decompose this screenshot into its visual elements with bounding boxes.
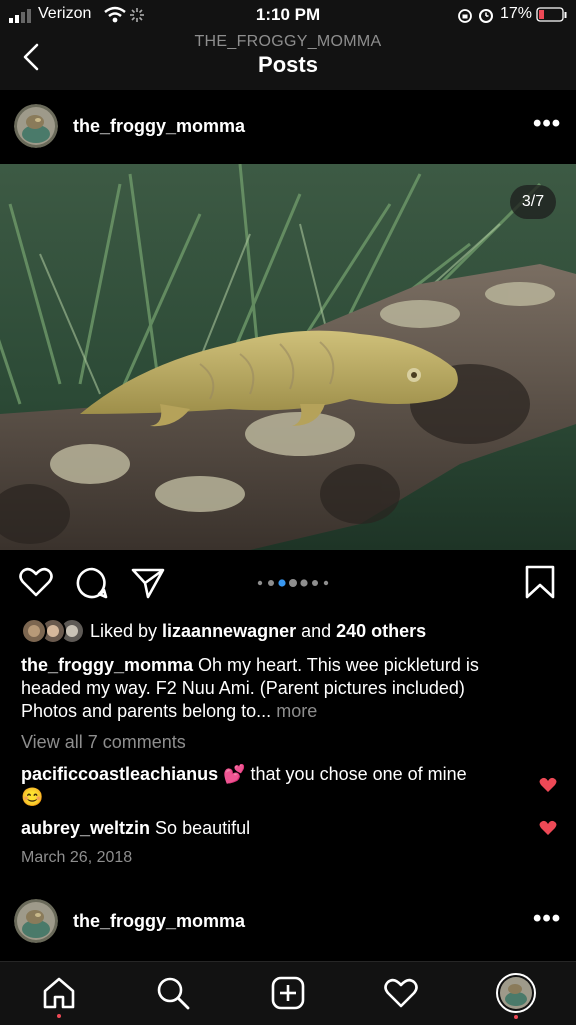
caption-line-2: headed my way. F2 Nuu Ami. (Parent pictu…	[21, 678, 465, 698]
profile-notification-dot	[514, 1015, 518, 1019]
comment-1-emoji-2: 😊	[21, 787, 44, 807]
comment-2-username[interactable]: aubrey_weltzin	[21, 818, 150, 838]
comment-2-like-heart-icon[interactable]	[539, 820, 557, 836]
battery-icon	[536, 7, 567, 22]
post-author-username[interactable]: the_froggy_momma	[73, 116, 245, 137]
header-username: THE_FROGGY_MOMMA	[194, 33, 382, 50]
new-post-icon[interactable]	[271, 976, 305, 1010]
carousel-indicator	[257, 579, 329, 587]
caption-more-link[interactable]: more	[276, 701, 317, 721]
caption-line-1: Oh my heart. This wee pickleturd is	[193, 655, 479, 675]
status-bar: Verizon 1:10 PM 17%	[0, 0, 576, 30]
bookmark-icon[interactable]	[524, 564, 556, 600]
liked-by-others[interactable]: 240 others	[336, 621, 426, 641]
carousel-dot	[300, 579, 308, 587]
caption-line-3: Photos and parents belong to...	[21, 701, 272, 721]
carousel-dot	[257, 580, 263, 586]
liker-avatars[interactable]	[20, 618, 84, 644]
image-counter: 3/7	[510, 185, 556, 219]
search-icon[interactable]	[156, 976, 190, 1010]
carousel-dot	[268, 580, 274, 586]
liked-by-prefix: Liked by	[90, 621, 163, 641]
post-author-avatar[interactable]	[14, 104, 58, 148]
view-all-comments-link[interactable]: View all 7 comments	[21, 731, 186, 754]
more-icon[interactable]: •••	[533, 110, 561, 138]
profile-avatar-icon[interactable]	[496, 973, 536, 1013]
comment-icon[interactable]	[75, 566, 109, 600]
next-post-author-username[interactable]: the_froggy_momma	[73, 911, 245, 932]
liked-by-user[interactable]: lizaannewagner	[162, 621, 296, 641]
post-date: March 26, 2018	[21, 849, 133, 866]
caption-username[interactable]: the_froggy_momma	[21, 655, 193, 675]
home-icon[interactable]	[42, 976, 76, 1010]
heart-icon[interactable]	[19, 566, 53, 598]
next-post-more-icon[interactable]: •••	[533, 905, 561, 933]
nav-header: THE_FROGGY_MOMMA Posts	[0, 30, 576, 90]
post-photo[interactable]	[0, 164, 576, 550]
next-post-author-avatar[interactable]	[14, 899, 58, 943]
comment-1-username[interactable]: pacificcoastleachianus	[21, 764, 218, 784]
caption: the_froggy_momma Oh my heart. This wee p…	[21, 654, 561, 723]
carousel-dot	[289, 579, 297, 587]
carousel-dot	[323, 580, 329, 586]
page-title: Posts	[258, 52, 318, 77]
comment-1-text: that you chose one of mine	[245, 764, 467, 784]
comment-1-like-heart-icon[interactable]	[539, 777, 557, 793]
activity-heart-icon[interactable]	[384, 977, 418, 1009]
battery-percent: 17%	[500, 5, 533, 22]
carousel-dot	[278, 579, 286, 587]
share-icon[interactable]	[131, 567, 165, 599]
home-notification-dot	[57, 1014, 61, 1018]
comment-1: pacificcoastleachianus 💕 that you chose …	[21, 763, 521, 809]
comment-2: aubrey_weltzin So beautiful	[21, 817, 250, 840]
carousel-dot	[312, 580, 318, 586]
bottom-nav	[0, 961, 576, 1025]
comment-2-text: So beautiful	[150, 818, 251, 838]
alarm-icon	[479, 9, 493, 23]
orientation-lock-icon	[458, 9, 472, 23]
comment-1-emoji-1: 💕	[223, 764, 246, 784]
liked-by-line: Liked by lizaannewagner and 240 others	[90, 620, 426, 643]
liked-by-and: and	[296, 621, 337, 641]
